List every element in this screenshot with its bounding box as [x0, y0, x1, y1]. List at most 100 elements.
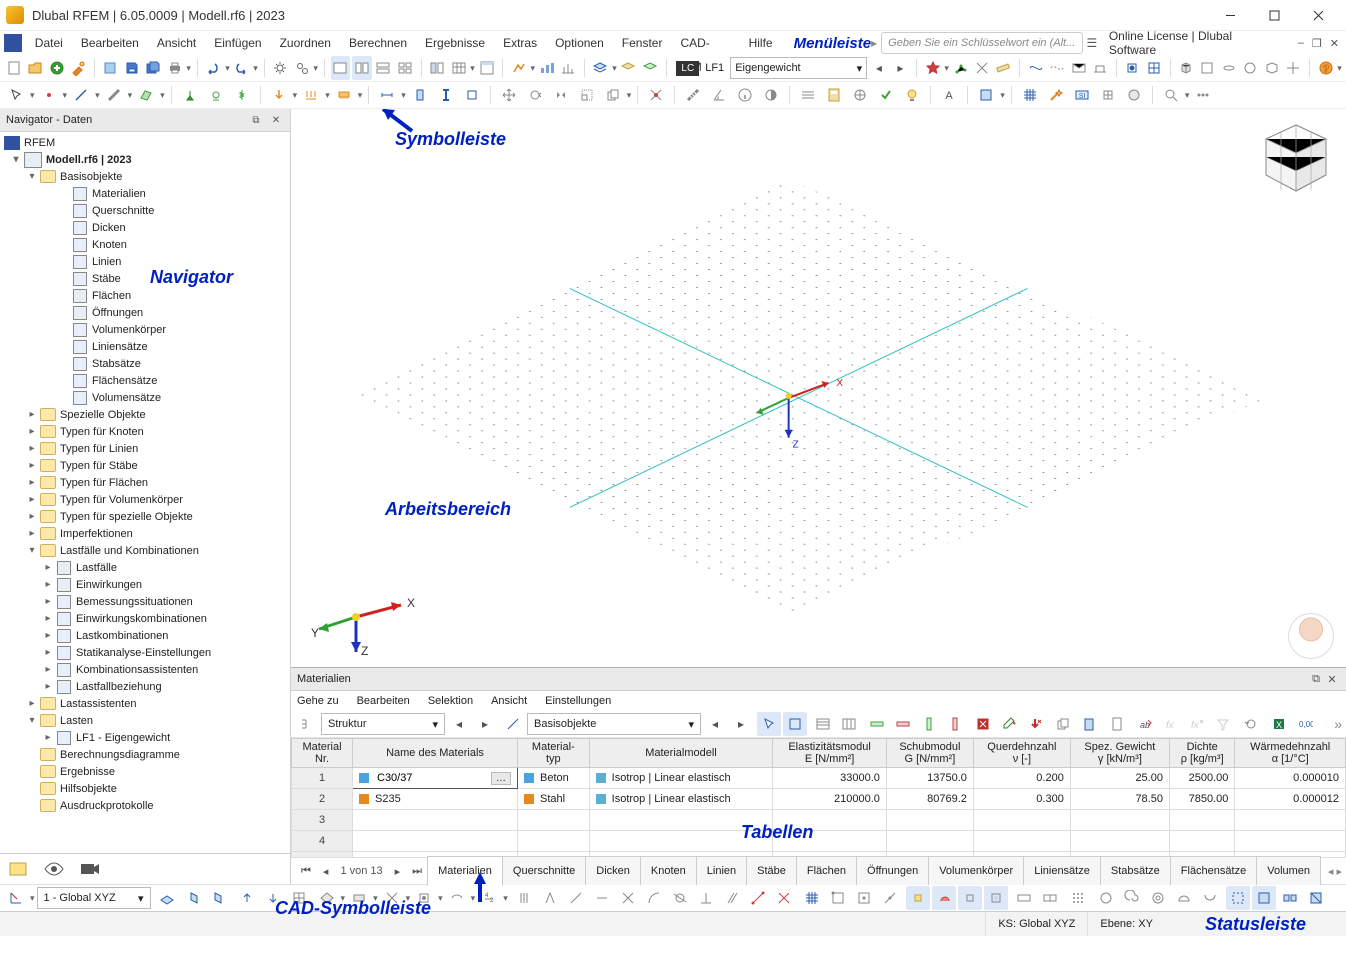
- tb-block-icon[interactable]: [101, 56, 120, 80]
- tb-new-icon[interactable]: [4, 56, 23, 80]
- tbl-rows-icon[interactable]: [811, 712, 835, 736]
- tb2-member-icon[interactable]: [102, 83, 126, 107]
- search-options-icon[interactable]: ☰: [1083, 36, 1101, 50]
- tree-folder3-2[interactable]: Hilfsobjekte: [0, 780, 290, 797]
- tree-folder1-7[interactable]: ▸Imperfektionen: [0, 525, 290, 542]
- tree-lfk-7[interactable]: ▸Lastfallbeziehung: [0, 678, 290, 695]
- tab-querschnitte[interactable]: Querschnitte: [502, 856, 586, 885]
- tree-folder1-3[interactable]: ▸Typen für Stäbe: [0, 457, 290, 474]
- tb2-text-icon[interactable]: A: [937, 83, 961, 107]
- tb-win3-icon[interactable]: [374, 56, 393, 80]
- tbl-menu-sel[interactable]: Selektion: [428, 695, 473, 707]
- cad-mline-red-icon[interactable]: [746, 886, 770, 910]
- tree-folder2-0[interactable]: ▸Lastassistenten: [0, 695, 290, 712]
- tab-volumenkörper[interactable]: Volumenkörper: [928, 856, 1024, 885]
- tb-win2-icon[interactable]: [352, 56, 371, 80]
- tree-folder3-3[interactable]: Ausdruckprotokolle: [0, 797, 290, 814]
- menu-berechnen[interactable]: Berechnen: [340, 31, 416, 55]
- tab-stäbe[interactable]: Stäbe: [746, 856, 797, 885]
- tables-grid[interactable]: Material Nr.Name des MaterialsMaterial- …: [291, 738, 1346, 857]
- col-typ[interactable]: Material- typ: [518, 739, 590, 768]
- tb2-bulb-icon[interactable]: [900, 83, 924, 107]
- tb2-section-icon[interactable]: [408, 83, 432, 107]
- tb2-load2-icon[interactable]: [299, 83, 323, 107]
- keyword-search[interactable]: Geben Sie ein Schlüsselwort ein (Alt...: [881, 32, 1083, 54]
- tree-root[interactable]: RFEM: [0, 134, 290, 151]
- cad-circle2-icon[interactable]: [1146, 886, 1170, 910]
- tree-basis-0[interactable]: Materialien: [0, 185, 290, 202]
- tab-liniensätze[interactable]: Liniensätze: [1023, 856, 1101, 885]
- tb-view2-icon[interactable]: [1219, 56, 1238, 80]
- menu-extras[interactable]: Extras: [494, 31, 546, 55]
- cad-osnap3-icon[interactable]: [958, 886, 982, 910]
- tb2-plaus-icon[interactable]: [874, 83, 898, 107]
- tree-model[interactable]: ▾Modell.rf6 | 2023: [0, 151, 290, 168]
- tab-flächensätze[interactable]: Flächensätze: [1170, 856, 1257, 885]
- tree-lfk-5[interactable]: ▸Statikanalyse-Einstellungen: [0, 644, 290, 661]
- tbl-apply-icon[interactable]: [997, 712, 1021, 736]
- tab-flächen[interactable]: Flächen: [796, 856, 857, 885]
- tb-saveall-icon[interactable]: [144, 56, 163, 80]
- tbl-delrow-icon[interactable]: [891, 712, 915, 736]
- tbl-cols-icon[interactable]: [837, 712, 861, 736]
- page-first-icon[interactable]: ⏮: [295, 865, 317, 878]
- table-row[interactable]: 2 S235 Stahl Isotrop | Linear elastisch …: [292, 789, 1346, 810]
- tb-layers2-icon[interactable]: [619, 56, 638, 80]
- tb2-move-icon[interactable]: [497, 83, 521, 107]
- tb2-center-icon[interactable]: [848, 83, 872, 107]
- cad-mline1-icon[interactable]: [512, 886, 536, 910]
- menu-ergebnisse[interactable]: Ergebnisse: [416, 31, 494, 55]
- tb2-cursor-icon[interactable]: [4, 83, 28, 107]
- cad-circle-icon[interactable]: [1094, 886, 1118, 910]
- tree-folder1-5[interactable]: ▸Typen für Volumenkörper: [0, 491, 290, 508]
- tree-folder1-2[interactable]: ▸Typen für Linien: [0, 440, 290, 457]
- tb2-render-icon[interactable]: [974, 83, 998, 107]
- tb2-wand-icon[interactable]: [1044, 83, 1068, 107]
- menu-optionen[interactable]: Optionen: [546, 31, 613, 55]
- tbl-paste-icon[interactable]: [1077, 712, 1101, 736]
- cad-cs-select[interactable]: 1 - Global XYZ▾: [37, 887, 151, 909]
- col-modell[interactable]: Materialmodell: [589, 739, 773, 768]
- tb2-calc2-icon[interactable]: [822, 83, 846, 107]
- tb-undo-icon[interactable]: [204, 56, 223, 80]
- cell-name-editor[interactable]: …: [359, 771, 511, 785]
- tb2-node-icon[interactable]: [37, 83, 61, 107]
- tb-snap-icon[interactable]: [1123, 56, 1142, 80]
- menu-fenster[interactable]: Fenster: [613, 31, 672, 55]
- col-querd[interactable]: Querdehnzahl ν [-]: [973, 739, 1070, 768]
- cad-parallel-icon[interactable]: [720, 886, 744, 910]
- tb-results-icon[interactable]: [537, 56, 556, 80]
- tbl-next2-icon[interactable]: ▸: [729, 712, 753, 736]
- tb-star-icon[interactable]: [923, 56, 942, 80]
- menu-hilfe[interactable]: Hilfe: [740, 31, 782, 55]
- tab-stabsätze[interactable]: Stabsätze: [1100, 856, 1171, 885]
- table-row[interactable]: 1 … Beton Isotrop | Linear elastisch 330…: [292, 768, 1346, 789]
- tb-win1-icon[interactable]: [331, 56, 350, 80]
- tbl-inscol-icon[interactable]: [917, 712, 941, 736]
- cad-tangent-icon[interactable]: [668, 886, 692, 910]
- tree-basis-11[interactable]: Flächensätze: [0, 372, 290, 389]
- nav-tab-show-icon[interactable]: [44, 860, 64, 878]
- tb2-units-icon[interactable]: SI: [1070, 83, 1094, 107]
- tb2-copy-icon[interactable]: [601, 83, 625, 107]
- cad-perp-icon[interactable]: [694, 886, 718, 910]
- tbl-copy-icon[interactable]: [1051, 712, 1075, 736]
- col-alpha[interactable]: Wärmedehnzahl α [1/°C]: [1235, 739, 1346, 768]
- tb-panel-icon[interactable]: [477, 56, 496, 80]
- cad-halfc2-icon[interactable]: [1198, 886, 1222, 910]
- tbl-prev1-icon[interactable]: ◂: [447, 712, 471, 736]
- tb2-spring-icon[interactable]: [230, 83, 254, 107]
- tree-folder3-1[interactable]: Ergebnisse: [0, 763, 290, 780]
- menu-einfuegen[interactable]: Einfügen: [205, 31, 270, 55]
- col-dichte[interactable]: Dichte ρ [kg/m³]: [1169, 739, 1234, 768]
- page-last-icon[interactable]: ⏭: [406, 865, 428, 878]
- menu-zuordnen[interactable]: Zuordnen: [271, 31, 340, 55]
- cad-osnap4-icon[interactable]: [984, 886, 1008, 910]
- maximize-button[interactable]: [1252, 1, 1296, 29]
- ellipsis-button[interactable]: …: [491, 772, 511, 785]
- tbl-page-icon[interactable]: [1105, 712, 1129, 736]
- tb-view4-icon[interactable]: [1262, 56, 1281, 80]
- tbl-menu-edit[interactable]: Bearbeiten: [357, 695, 410, 707]
- tbl-tb-tree-icon[interactable]: [295, 712, 319, 736]
- tree-basis-10[interactable]: Stabsätze: [0, 355, 290, 372]
